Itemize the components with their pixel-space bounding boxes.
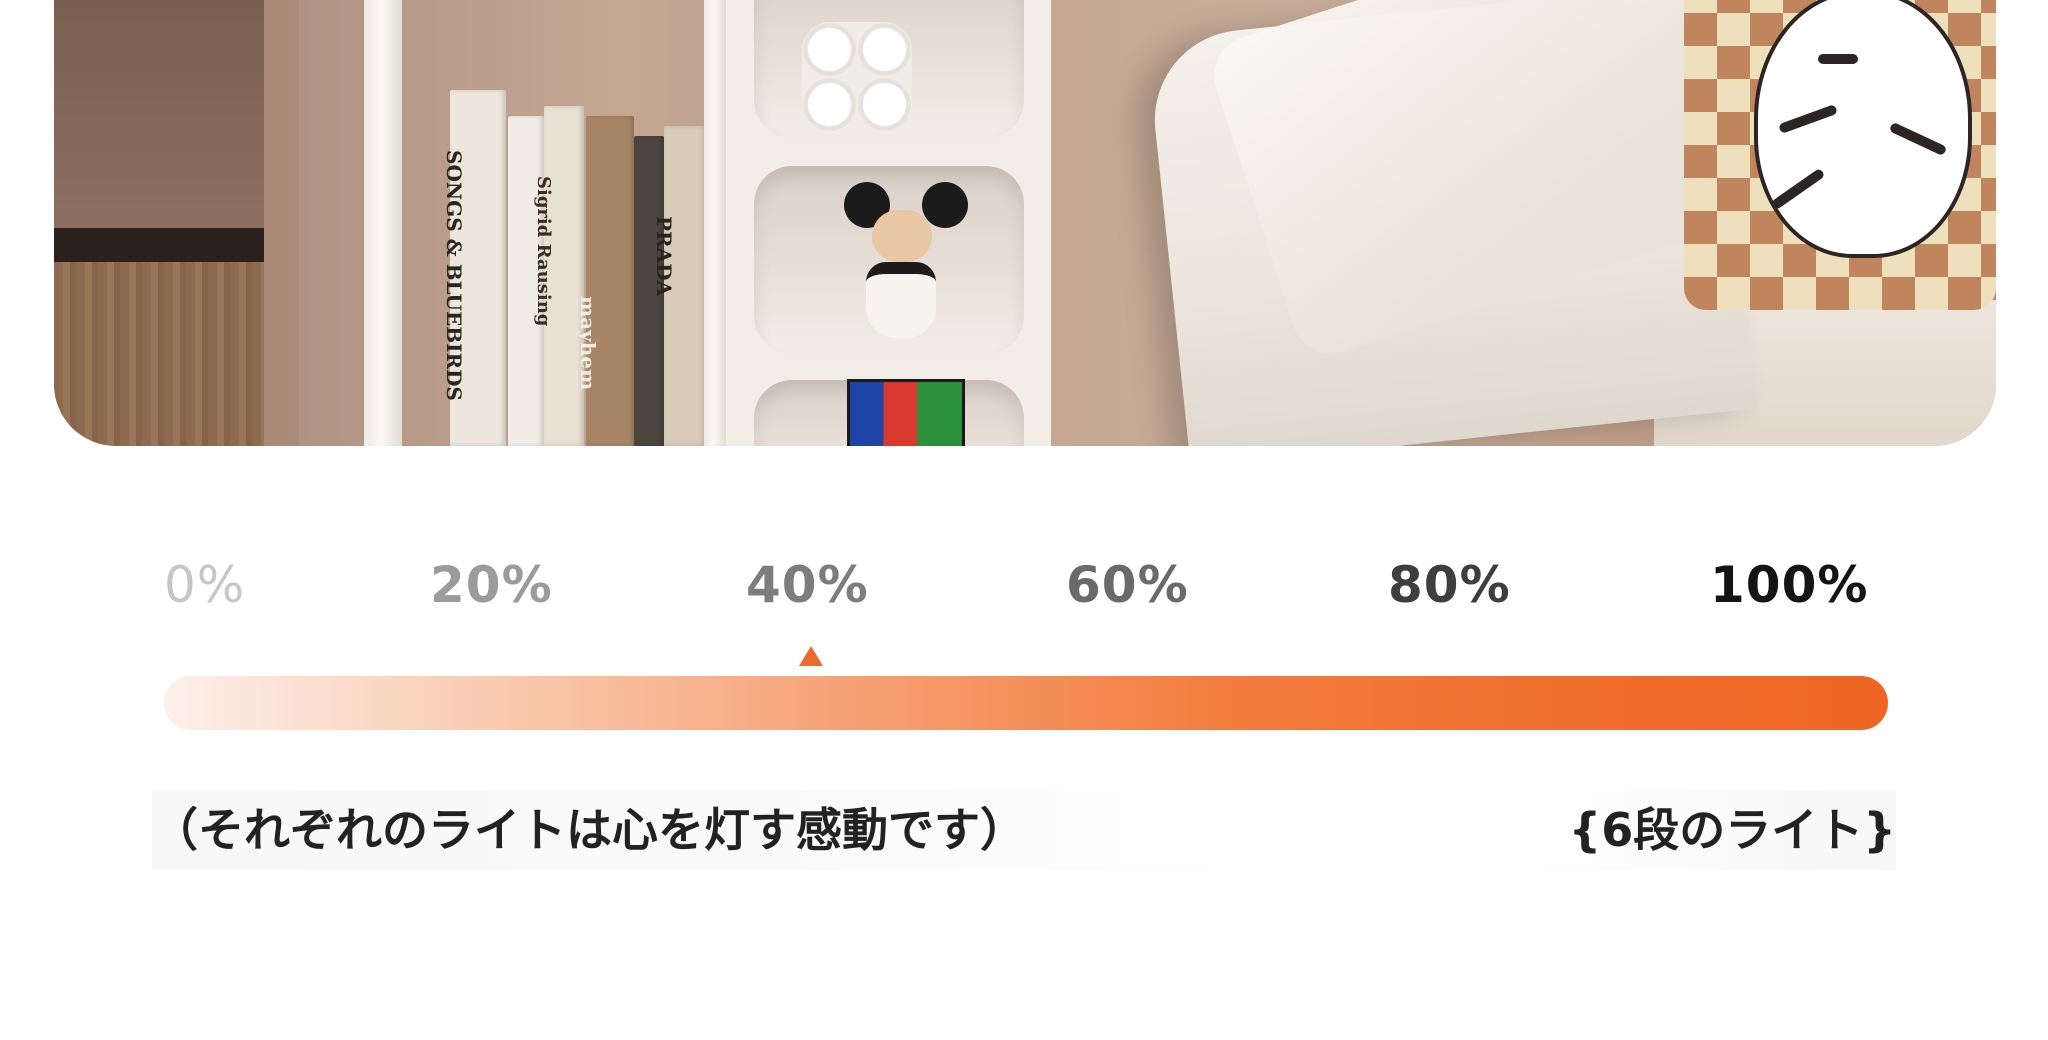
mouse-figure-face <box>872 210 932 262</box>
skirting-board <box>54 228 264 262</box>
shelf-post-middle <box>704 0 726 446</box>
bubble-cube-decor <box>802 22 912 132</box>
tick-label-20: 20% <box>430 556 553 614</box>
book-songs-bluebirds: SONGS & BLUEBIRDS <box>442 90 506 446</box>
book-prada: PRADA <box>652 126 706 446</box>
product-photo: SONGS & BLUEBIRDS Sigrid Rausing mayhem … <box>54 0 1996 446</box>
tick-label-100: 100% <box>1710 556 1869 614</box>
shelf-post-left <box>364 0 402 446</box>
wall-shadow <box>54 0 264 228</box>
cat-stripe <box>1770 167 1826 211</box>
cat-stripe <box>1818 54 1858 64</box>
book-title-2: Sigrid Rausing <box>533 176 554 327</box>
cat-stripe <box>1888 121 1948 157</box>
level-indicator-triangle-icon <box>799 646 823 666</box>
tick-label-80: 80% <box>1388 556 1511 614</box>
tick-label-60: 60% <box>1066 556 1189 614</box>
caption-right: {6段のライト} <box>1516 790 1896 870</box>
mouse-figure-ear-right <box>922 182 968 228</box>
mouse-figure-body <box>866 262 936 338</box>
brightness-gradient-bar <box>164 676 1888 730</box>
tick-label-0: 0% <box>164 556 246 614</box>
book-title-3: mayhem <box>576 296 600 391</box>
wood-floor <box>54 262 264 446</box>
book-title-4: PRADA <box>652 216 676 297</box>
caption-left: （それぞれのライトは心を灯す感動です） <box>152 790 1250 870</box>
book-mayhem: mayhem <box>576 116 634 446</box>
rubiks-cube <box>847 379 965 446</box>
tick-label-40: 40% <box>746 556 869 614</box>
cat-illustration <box>1754 0 1972 258</box>
book-title-1: SONGS & BLUEBIRDS <box>442 150 466 401</box>
cat-stripe <box>1778 104 1838 134</box>
